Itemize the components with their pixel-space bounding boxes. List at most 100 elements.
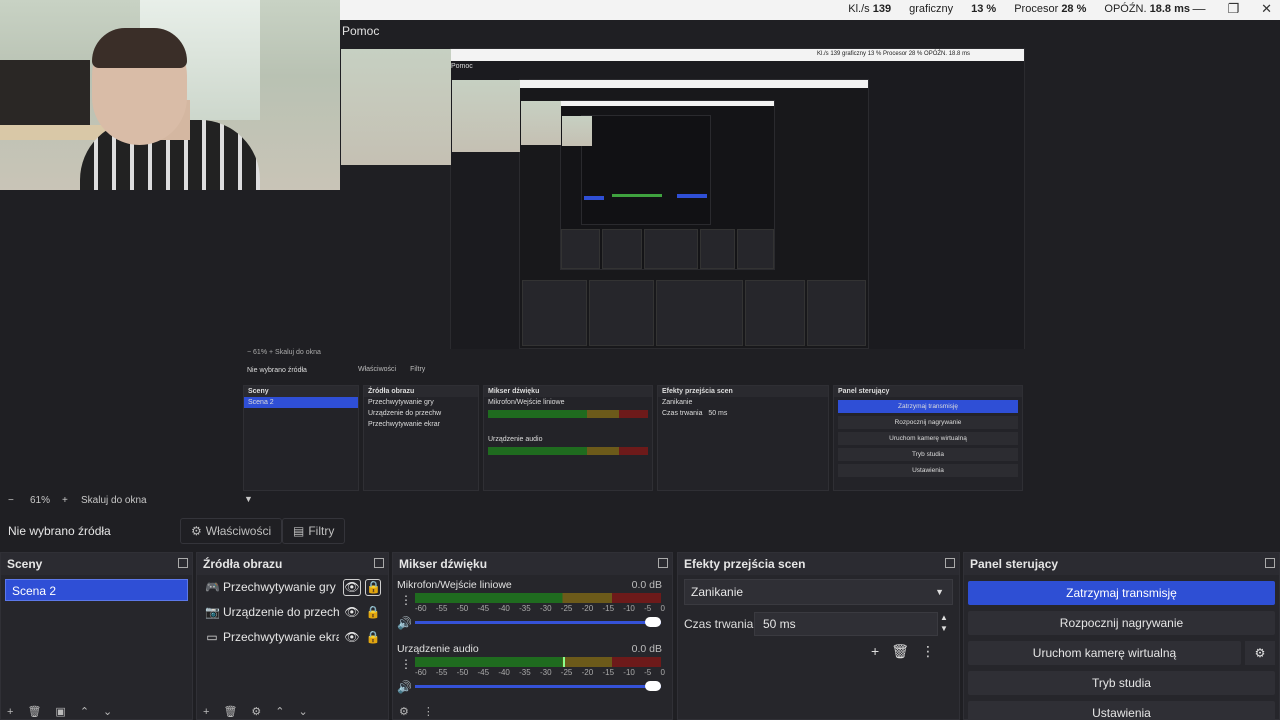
move-up-icon[interactable]: ⌃ — [275, 705, 284, 719]
menu-help[interactable]: Pomoc — [342, 24, 379, 38]
undock-icon[interactable] — [945, 558, 955, 568]
kebab-menu-icon[interactable]: ⋮ — [921, 643, 935, 660]
undock-icon[interactable] — [178, 558, 188, 568]
nested1-dock: − 61% + Skaluj do okna Nie wybrano źródł… — [243, 349, 1025, 491]
zoom-in-button[interactable]: + — [62, 495, 68, 506]
nested-scenes-panel: Sceny Scena 2 — [243, 385, 359, 491]
nested-mixer-panel: Mikser dźwięku Mikrofon/Wejście liniowe … — [483, 385, 653, 491]
volume-meter — [415, 657, 661, 667]
chevron-down-icon[interactable]: ▼ — [244, 494, 253, 504]
filters-label: Filtry — [308, 524, 335, 538]
sources-dock: Źródła obrazu 🎮 Przechwytywanie gry 👁 🔒 📷… — [196, 552, 389, 720]
cpu-stat: Procesor 28 % — [1014, 3, 1087, 15]
minimize-button[interactable]: — — [1192, 1, 1205, 17]
gear-icon[interactable]: ⚙ — [1245, 641, 1275, 665]
start-recording-button[interactable]: Rozpocznij nagrywanie — [968, 611, 1275, 635]
kebab-menu-icon[interactable]: ⋮ — [400, 593, 412, 607]
nested-settings: Ustawienia — [838, 464, 1018, 477]
move-down-icon[interactable]: ⌄ — [299, 705, 308, 719]
nested4-control-highlight — [677, 194, 707, 198]
nested-stats: Kl./s 139 graficzny 13 % Procesor 28 % O… — [817, 51, 971, 57]
nested-source-3: Przechwytywanie ekrar — [368, 421, 440, 428]
volume-slider[interactable] — [415, 617, 661, 627]
volume-slider[interactable] — [415, 681, 661, 691]
source-item-capture-device[interactable]: 📷 Urządzenie do przechw 👁 🔒 — [197, 600, 388, 625]
scene-item[interactable]: Scena 2 — [5, 579, 188, 601]
zoom-out-button[interactable]: − — [8, 495, 14, 506]
add-transition-button[interactable]: + — [871, 643, 879, 660]
add-scene-button[interactable]: + — [7, 705, 13, 719]
channel-name: Urządzenie audio — [397, 643, 479, 655]
source-item-display-capture[interactable]: ▭ Przechwytywanie ekrar 👁 🔒 — [197, 625, 388, 650]
stop-streaming-button[interactable]: Zatrzymaj transmisję — [968, 581, 1275, 605]
source-toolbar: Nie wybrano źródła ⚙ Właściwości ▤ Filtr… — [0, 514, 1280, 548]
mixer-settings-icon[interactable]: ⚙ — [399, 705, 409, 719]
lock-icon[interactable]: 🔒 — [365, 579, 381, 596]
visibility-eye-icon[interactable]: 👁 — [343, 625, 361, 650]
close-button[interactable]: ✕ — [1261, 1, 1272, 17]
undock-icon[interactable] — [1265, 558, 1275, 568]
nested-webcam — [341, 49, 451, 165]
controls-dock: Panel sterujący Zatrzymaj transmisję Roz… — [963, 552, 1280, 720]
studio-mode-button[interactable]: Tryb studia — [968, 671, 1275, 695]
nested-controls-title: Panel sterujący — [834, 386, 1022, 397]
controls-header: Panel sterujący — [964, 553, 1279, 575]
maximize-button[interactable]: ❐ — [1227, 1, 1239, 17]
source-item-game-capture[interactable]: 🎮 Przechwytywanie gry 👁 🔒 — [197, 575, 388, 600]
nested-zoom: − 61% + Skaluj do okna — [247, 349, 321, 356]
gear-icon: ⚙ — [191, 524, 202, 538]
channel-name: Mikrofon/Wejście liniowe — [397, 579, 512, 591]
nested-transition-type: Zanikanie — [662, 399, 693, 406]
lock-icon[interactable]: 🔒 — [365, 625, 381, 650]
source-label: Przechwytywanie ekrar — [223, 630, 339, 644]
move-up-icon[interactable]: ⌃ — [80, 705, 89, 719]
scale-to-window[interactable]: Skaluj do okna — [81, 495, 147, 506]
duration-stepper[interactable]: ▲ ▼ — [940, 612, 948, 634]
properties-button[interactable]: ⚙ Właściwości — [180, 518, 283, 544]
meter-ticks: -60 -55 -50 -45 -40 -35 -30 -25 -20 -15 -10 -5 0 — [415, 668, 665, 677]
trash-icon[interactable]: 🗑 — [891, 643, 909, 660]
undock-icon[interactable] — [658, 558, 668, 568]
virtual-camera-label: Uruchom kamerę wirtualną — [1032, 646, 1177, 660]
filters-button[interactable]: ▤ Filtry — [282, 518, 346, 544]
lock-icon[interactable]: 🔒 — [365, 600, 381, 625]
nested-transitions-title: Efekty przejścia scen — [658, 386, 828, 397]
trash-icon[interactable]: 🗑 — [27, 705, 41, 719]
mixer-channel: Mikrofon/Wejście liniowe 0.0 dB ⋮ -60 -55… — [393, 575, 672, 639]
speaker-icon[interactable]: 🔊 — [397, 616, 412, 630]
settings-button[interactable]: Ustawienia — [968, 701, 1275, 720]
transition-select[interactable]: Zanikanie ▼ — [684, 579, 953, 605]
source-label: Urządzenie do przechw — [223, 605, 339, 619]
visibility-eye-icon[interactable]: 👁 — [343, 579, 361, 596]
move-down-icon[interactable]: ⌄ — [103, 705, 112, 719]
duration-input[interactable]: 50 ms — [754, 612, 938, 636]
scenes-toolbar: + 🗑 ▣ ⌃ ⌄ — [1, 705, 192, 719]
filter-icon: ▤ — [293, 524, 305, 538]
nested-controls-panel: Panel sterujący Zatrzymaj transmisję Roz… — [833, 385, 1023, 491]
kebab-menu-icon[interactable]: ⋮ — [423, 705, 434, 719]
slider-handle[interactable] — [645, 681, 661, 691]
transition-tools: + 🗑 ⋮ — [871, 643, 935, 660]
visibility-eye-icon[interactable]: 👁 — [343, 600, 361, 625]
slider-handle[interactable] — [645, 617, 661, 627]
mixer-header: Mikser dźwięku — [393, 553, 672, 575]
nested-meter-1 — [488, 410, 648, 418]
nested-source-1: Przechwytywanie gry — [368, 399, 434, 406]
add-source-button[interactable]: + — [203, 705, 209, 719]
speaker-icon[interactable]: 🔊 — [397, 680, 412, 694]
menu-bar: Pomoc — [340, 20, 1280, 42]
transitions-dock: Efekty przejścia scen Zanikanie ▼ Czas t… — [677, 552, 960, 720]
nested3-webcam — [521, 101, 561, 145]
source-settings-icon[interactable]: ⚙ — [251, 705, 261, 719]
kebab-menu-icon[interactable]: ⋮ — [400, 657, 412, 671]
undock-icon[interactable] — [374, 558, 384, 568]
sources-header: Źródła obrazu — [197, 553, 388, 575]
nested-menu-help: Pomoc — [451, 63, 473, 70]
start-virtual-camera-button[interactable]: Uruchom kamerę wirtualną ⚙ — [968, 641, 1275, 665]
trash-icon[interactable]: 🗑 — [223, 705, 237, 719]
channel-db: 0.0 dB — [631, 579, 662, 591]
scene-filter-icon[interactable]: ▣ — [55, 705, 65, 719]
no-source-label: Nie wybrano źródła — [8, 524, 111, 538]
controls-title: Panel sterujący — [970, 557, 1059, 571]
gpu-percent: 13 % — [971, 3, 997, 15]
